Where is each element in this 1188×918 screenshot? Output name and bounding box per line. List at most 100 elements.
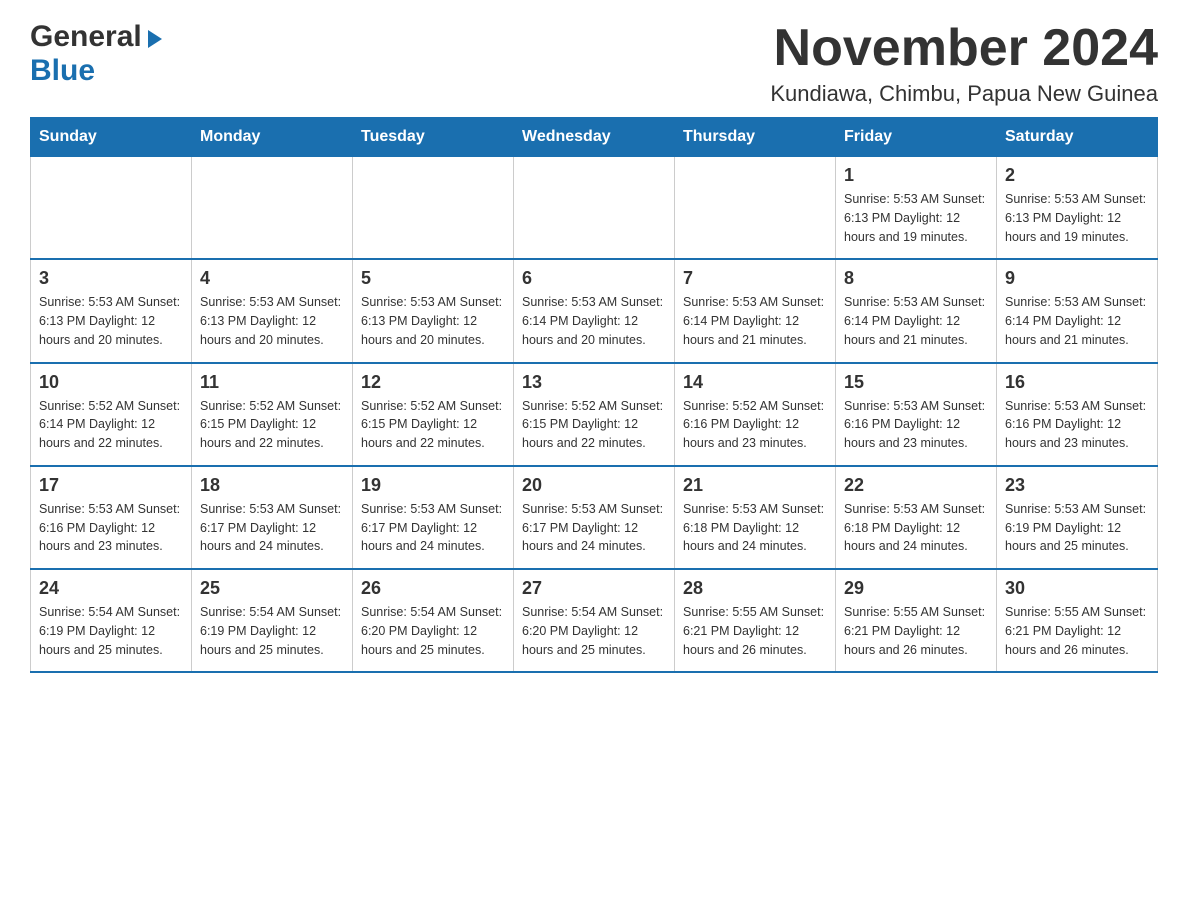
day-info: Sunrise: 5:54 AM Sunset: 6:19 PM Dayligh…: [39, 603, 183, 659]
day-info: Sunrise: 5:53 AM Sunset: 6:17 PM Dayligh…: [200, 500, 344, 556]
calendar-week-3: 10Sunrise: 5:52 AM Sunset: 6:14 PM Dayli…: [31, 363, 1158, 466]
day-number: 19: [361, 475, 505, 496]
day-number: 4: [200, 268, 344, 289]
day-info: Sunrise: 5:53 AM Sunset: 6:19 PM Dayligh…: [1005, 500, 1149, 556]
calendar-header-monday: Monday: [192, 118, 353, 157]
day-info: Sunrise: 5:53 AM Sunset: 6:17 PM Dayligh…: [522, 500, 666, 556]
day-number: 28: [683, 578, 827, 599]
calendar-cell: [514, 157, 675, 260]
calendar-cell: 30Sunrise: 5:55 AM Sunset: 6:21 PM Dayli…: [997, 569, 1158, 672]
day-number: 17: [39, 475, 183, 496]
calendar-week-2: 3 Sunrise: 5:53 AM Sunset: 6:13 PM Daylig…: [31, 259, 1158, 362]
day-info: Sunrise: 5:52 AM Sunset: 6:15 PM Dayligh…: [522, 397, 666, 453]
calendar-cell: 6 Sunrise: 5:53 AM Sunset: 6:14 PM Daylig…: [514, 259, 675, 362]
day-number: 18: [200, 475, 344, 496]
calendar-cell: 24 Sunrise: 5:54 AM Sunset: 6:19 PM Dayli…: [31, 569, 192, 672]
calendar-cell: 25 Sunrise: 5:54 AM Sunset: 6:19 PM Dayli…: [192, 569, 353, 672]
calendar-cell: 1 Sunrise: 5:53 AM Sunset: 6:13 PM Daylig…: [836, 157, 997, 260]
logo-triangle-icon: [142, 28, 164, 50]
calendar-cell: 9 Sunrise: 5:53 AM Sunset: 6:14 PM Daylig…: [997, 259, 1158, 362]
calendar-cell: 16 Sunrise: 5:53 AM Sunset: 6:16 PM Dayli…: [997, 363, 1158, 466]
calendar-cell: 26 Sunrise: 5:54 AM Sunset: 6:20 PM Dayli…: [353, 569, 514, 672]
day-number: 25: [200, 578, 344, 599]
day-number: 12: [361, 372, 505, 393]
day-number: 11: [200, 372, 344, 393]
day-number: 27: [522, 578, 666, 599]
calendar-cell: [31, 157, 192, 260]
day-number: 14: [683, 372, 827, 393]
calendar-header-thursday: Thursday: [675, 118, 836, 157]
day-info: Sunrise: 5:54 AM Sunset: 6:20 PM Dayligh…: [522, 603, 666, 659]
calendar-header-tuesday: Tuesday: [353, 118, 514, 157]
day-number: 21: [683, 475, 827, 496]
calendar-cell: 8Sunrise: 5:53 AM Sunset: 6:14 PM Daylig…: [836, 259, 997, 362]
day-info: Sunrise: 5:53 AM Sunset: 6:13 PM Dayligh…: [1005, 190, 1149, 246]
calendar-cell: 14 Sunrise: 5:52 AM Sunset: 6:16 PM Dayli…: [675, 363, 836, 466]
calendar-header-friday: Friday: [836, 118, 997, 157]
day-number: 24: [39, 578, 183, 599]
calendar-cell: 28 Sunrise: 5:55 AM Sunset: 6:21 PM Dayli…: [675, 569, 836, 672]
day-info: Sunrise: 5:53 AM Sunset: 6:13 PM Dayligh…: [844, 190, 988, 246]
calendar-cell: [353, 157, 514, 260]
day-number: 10: [39, 372, 183, 393]
day-info: Sunrise: 5:53 AM Sunset: 6:18 PM Dayligh…: [683, 500, 827, 556]
day-number: 7: [683, 268, 827, 289]
day-info: Sunrise: 5:53 AM Sunset: 6:13 PM Dayligh…: [39, 293, 183, 349]
day-info: Sunrise: 5:55 AM Sunset: 6:21 PM Dayligh…: [683, 603, 827, 659]
day-number: 9: [1005, 268, 1149, 289]
day-info: Sunrise: 5:53 AM Sunset: 6:13 PM Dayligh…: [361, 293, 505, 349]
day-number: 30: [1005, 578, 1149, 599]
day-number: 16: [1005, 372, 1149, 393]
calendar-cell: 4 Sunrise: 5:53 AM Sunset: 6:13 PM Daylig…: [192, 259, 353, 362]
logo-general-text: General: [30, 20, 142, 54]
day-number: 23: [1005, 475, 1149, 496]
calendar-cell: 20 Sunrise: 5:53 AM Sunset: 6:17 PM Dayli…: [514, 466, 675, 569]
calendar-table: SundayMondayTuesdayWednesdayThursdayFrid…: [30, 117, 1158, 673]
day-info: Sunrise: 5:53 AM Sunset: 6:16 PM Dayligh…: [1005, 397, 1149, 453]
calendar-cell: [675, 157, 836, 260]
day-number: 20: [522, 475, 666, 496]
day-number: 15: [844, 372, 988, 393]
calendar-cell: 29 Sunrise: 5:55 AM Sunset: 6:21 PM Dayli…: [836, 569, 997, 672]
calendar-cell: 15Sunrise: 5:53 AM Sunset: 6:16 PM Dayli…: [836, 363, 997, 466]
day-number: 6: [522, 268, 666, 289]
calendar-header-wednesday: Wednesday: [514, 118, 675, 157]
day-info: Sunrise: 5:53 AM Sunset: 6:16 PM Dayligh…: [39, 500, 183, 556]
calendar-cell: 11 Sunrise: 5:52 AM Sunset: 6:15 PM Dayli…: [192, 363, 353, 466]
calendar-cell: 3 Sunrise: 5:53 AM Sunset: 6:13 PM Daylig…: [31, 259, 192, 362]
calendar-cell: 19 Sunrise: 5:53 AM Sunset: 6:17 PM Dayli…: [353, 466, 514, 569]
calendar-header-sunday: Sunday: [31, 118, 192, 157]
calendar-week-1: 1 Sunrise: 5:53 AM Sunset: 6:13 PM Daylig…: [31, 157, 1158, 260]
day-number: 1: [844, 165, 988, 186]
day-info: Sunrise: 5:52 AM Sunset: 6:15 PM Dayligh…: [361, 397, 505, 453]
calendar-cell: 22Sunrise: 5:53 AM Sunset: 6:18 PM Dayli…: [836, 466, 997, 569]
day-info: Sunrise: 5:52 AM Sunset: 6:16 PM Dayligh…: [683, 397, 827, 453]
day-number: 3: [39, 268, 183, 289]
calendar-cell: 12 Sunrise: 5:52 AM Sunset: 6:15 PM Dayli…: [353, 363, 514, 466]
calendar-header-row: SundayMondayTuesdayWednesdayThursdayFrid…: [31, 118, 1158, 157]
calendar-cell: 13 Sunrise: 5:52 AM Sunset: 6:15 PM Dayli…: [514, 363, 675, 466]
month-title: November 2024: [770, 20, 1158, 77]
day-number: 13: [522, 372, 666, 393]
day-number: 26: [361, 578, 505, 599]
day-info: Sunrise: 5:52 AM Sunset: 6:15 PM Dayligh…: [200, 397, 344, 453]
page-header: General Blue November 2024 Kundiawa, Chi…: [30, 20, 1158, 107]
title-block: November 2024 Kundiawa, Chimbu, Papua Ne…: [770, 20, 1158, 107]
calendar-cell: 7Sunrise: 5:53 AM Sunset: 6:14 PM Daylig…: [675, 259, 836, 362]
day-info: Sunrise: 5:55 AM Sunset: 6:21 PM Dayligh…: [844, 603, 988, 659]
day-number: 22: [844, 475, 988, 496]
calendar-cell: 2Sunrise: 5:53 AM Sunset: 6:13 PM Daylig…: [997, 157, 1158, 260]
calendar-cell: 18 Sunrise: 5:53 AM Sunset: 6:17 PM Dayli…: [192, 466, 353, 569]
day-info: Sunrise: 5:54 AM Sunset: 6:19 PM Dayligh…: [200, 603, 344, 659]
location-title: Kundiawa, Chimbu, Papua New Guinea: [770, 81, 1158, 107]
day-number: 29: [844, 578, 988, 599]
day-info: Sunrise: 5:53 AM Sunset: 6:14 PM Dayligh…: [522, 293, 666, 349]
day-info: Sunrise: 5:54 AM Sunset: 6:20 PM Dayligh…: [361, 603, 505, 659]
logo: General Blue: [30, 20, 164, 88]
calendar-cell: 10Sunrise: 5:52 AM Sunset: 6:14 PM Dayli…: [31, 363, 192, 466]
day-info: Sunrise: 5:53 AM Sunset: 6:13 PM Dayligh…: [200, 293, 344, 349]
day-info: Sunrise: 5:53 AM Sunset: 6:17 PM Dayligh…: [361, 500, 505, 556]
logo-blue-text: Blue: [30, 54, 95, 87]
day-number: 5: [361, 268, 505, 289]
day-info: Sunrise: 5:53 AM Sunset: 6:14 PM Dayligh…: [1005, 293, 1149, 349]
